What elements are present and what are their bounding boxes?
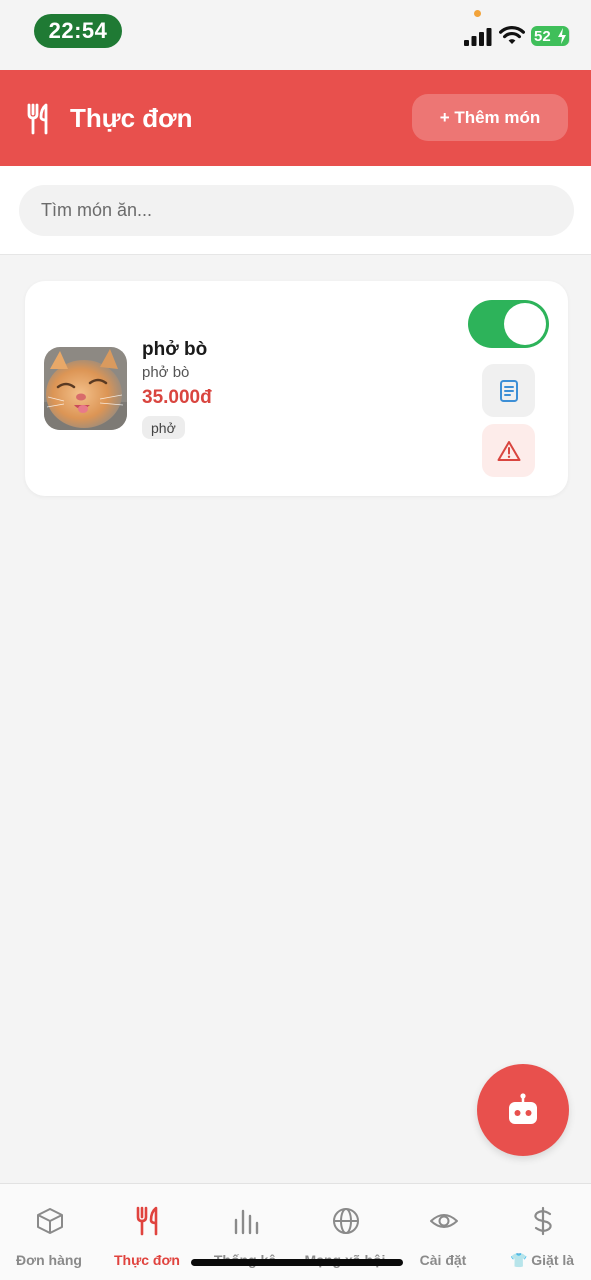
nav-item-laundry[interactable]: 👕 Giặt là (493, 1184, 591, 1280)
fork-knife-icon (27, 103, 48, 135)
availability-toggle[interactable] (468, 300, 549, 348)
dollar-icon (534, 1206, 552, 1236)
add-dish-button[interactable]: + Thêm món (412, 94, 568, 141)
search-input[interactable] (19, 185, 574, 236)
app-header: Thực đơn + Thêm món (0, 70, 591, 166)
menu-item-card[interactable]: phở bò phở bò 35.000đ phở (25, 281, 568, 496)
box-icon (37, 1208, 63, 1234)
report-button[interactable] (482, 424, 535, 477)
nav-label-menu: Thực đơn (114, 1252, 180, 1268)
bar-chart-icon (234, 1209, 259, 1235)
status-bar: 22:54 52 (0, 0, 591, 70)
nav-item-settings[interactable]: Cài đặt (394, 1184, 492, 1280)
edit-details-button[interactable] (482, 364, 535, 417)
privacy-dot-icon (474, 10, 481, 17)
battery-level: 52 (534, 27, 551, 45)
warning-icon (497, 440, 520, 461)
nav-item-menu[interactable]: Thực đơn (98, 1184, 196, 1280)
document-icon (499, 379, 518, 402)
nav-label-settings: Cài đặt (419, 1252, 467, 1268)
nav-label-orders: Đơn hàng (16, 1252, 82, 1268)
dish-tag: phở (142, 416, 185, 439)
robot-icon (509, 1093, 537, 1124)
search-bar (0, 166, 591, 255)
wifi-icon (499, 26, 525, 44)
dish-price: 35.000đ (142, 387, 212, 408)
charging-bolt-icon (558, 28, 566, 44)
dish-description: phở bò (142, 364, 190, 381)
dish-name: phở bò (142, 339, 208, 360)
signal-icon (464, 28, 492, 46)
nav-label-laundry: 👕 Giặt là (509, 1252, 575, 1268)
dish-thumbnail (44, 347, 127, 430)
eye-icon (430, 1214, 458, 1228)
fork-knife-icon (136, 1206, 158, 1236)
globe-icon (333, 1208, 359, 1234)
home-indicator (191, 1259, 403, 1266)
nav-item-orders[interactable]: Đơn hàng (0, 1184, 98, 1280)
page-title: Thực đơn (70, 103, 193, 133)
status-time: 22:54 (34, 14, 122, 48)
toggle-knob (504, 303, 546, 345)
assistant-fab[interactable] (477, 1064, 569, 1156)
